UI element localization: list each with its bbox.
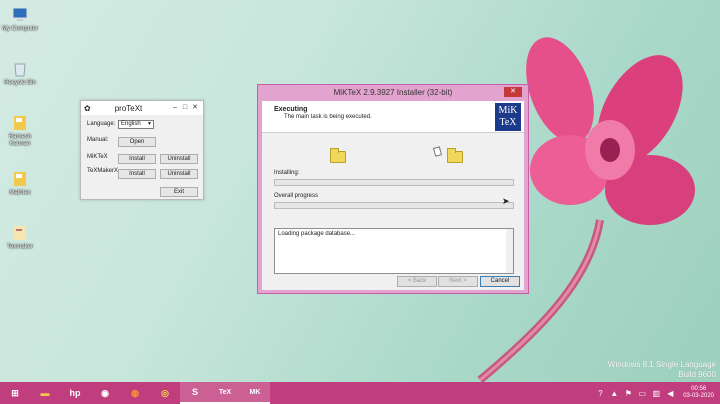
taskbar-camera[interactable]: ◉	[90, 382, 120, 404]
desktop-icon-label: My Computer	[1, 26, 38, 32]
installing-progress-bar	[274, 179, 514, 186]
taskbar-file-explorer[interactable]: ▬	[30, 382, 60, 404]
clock-time: 00:56	[691, 386, 707, 392]
destination-folder-icon	[447, 148, 463, 163]
maximize-icon[interactable]: □	[180, 103, 190, 113]
chevron-down-icon: ▼	[147, 121, 152, 127]
manual-label: Manual:	[87, 137, 109, 143]
app-icon: S	[191, 387, 198, 397]
protext-window: ✿ proTeXt – □ ✕ Language: English ▼ Manu…	[80, 100, 204, 200]
miktex-titlebar[interactable]: MiKTeX 2.9.3927 Installer (32-bit) ✕	[258, 85, 528, 100]
texmaker-uninstall-button[interactable]: Uninstall	[160, 169, 198, 179]
language-label: Language:	[87, 121, 116, 127]
desktop-icon-label: Texmaker	[6, 244, 33, 250]
camera-icon: ◉	[101, 387, 109, 398]
clock-date: 03-03-2020	[683, 393, 714, 399]
firefox-icon: ◍	[131, 387, 139, 398]
taskbar-app[interactable]: S	[180, 382, 210, 404]
file-explorer-icon: ▬	[40, 388, 50, 398]
taskbar-chrome[interactable]: ◎	[150, 382, 180, 404]
logo-line-2: TeX	[499, 117, 517, 128]
miktex-taskbar-icon: MK	[249, 388, 261, 396]
miktex-installer-window: MiKTeX 2.9.3927 Installer (32-bit) ✕ Exe…	[257, 84, 529, 294]
start-button[interactable]: ⊞	[0, 382, 30, 404]
log-textarea[interactable]: Loading package database...	[274, 228, 514, 274]
desktop-icon-label: Ramesh Kannan	[8, 134, 32, 147]
overall-progress-bar	[274, 202, 514, 209]
miktex-client-area: Executing The main task is being execute…	[262, 101, 524, 290]
mouse-cursor-icon: ➤	[502, 196, 510, 206]
protext-title: proTeXt	[114, 103, 143, 113]
wizard-step-subtitle: The main task is being executed.	[284, 114, 372, 120]
taskbar-hp[interactable]: hp	[60, 382, 90, 404]
overall-progress-label: Overall progress	[274, 193, 319, 199]
minimize-icon[interactable]: –	[170, 103, 180, 113]
tex-icon: TeX	[218, 388, 232, 396]
next-button[interactable]: Next >	[438, 276, 478, 287]
volume-icon[interactable]: ◀	[663, 389, 677, 398]
desktop-icon-ramesh-kannan[interactable]: Ramesh Kannan	[0, 114, 40, 148]
desktop-icon-recycle-bin[interactable]: Recycle Bin	[0, 60, 40, 87]
miktex-label: MiKTeX	[87, 154, 108, 160]
clock[interactable]: 00:56 03-03-2020	[677, 386, 720, 400]
desktop-icon-label: Recycle Bin	[4, 80, 36, 86]
desktop-icon-texmaker[interactable]: Texmaker	[0, 224, 40, 251]
chevron-up-icon[interactable]: ▲	[607, 389, 621, 398]
log-scrollbar[interactable]	[506, 229, 513, 273]
shortcut-icon	[14, 226, 26, 240]
close-icon[interactable]: ✕	[190, 103, 200, 113]
windows-watermark: Windows 8.1 Single Language Build 9600	[608, 360, 716, 380]
source-folder-icon	[330, 148, 346, 163]
folder-icon	[14, 116, 26, 130]
protext-app-icon: ✿	[84, 103, 91, 113]
language-value: English	[121, 121, 141, 127]
language-select[interactable]: English ▼	[118, 120, 154, 129]
recycle-bin-icon	[14, 63, 26, 77]
hp-icon: hp	[69, 388, 81, 398]
folder-icon	[14, 172, 26, 186]
logo-line-1: MiK	[498, 105, 518, 116]
log-text: Loading package database...	[278, 231, 356, 237]
desktop-icon-label: Mathtex	[9, 190, 31, 196]
system-tray: ? ▲ ⚑ ▭ ▥ ◀ 00:56 03-03-2020	[593, 382, 720, 404]
battery-icon[interactable]: ▭	[635, 389, 649, 398]
taskbar-firefox[interactable]: ◍	[120, 382, 150, 404]
flag-icon[interactable]: ⚑	[621, 389, 635, 398]
cancel-button[interactable]: Cancel	[480, 276, 520, 287]
close-button[interactable]: ✕	[504, 87, 522, 97]
installing-label: Installing:	[274, 170, 300, 176]
watermark-edition: Windows 8.1 Single Language	[607, 360, 716, 369]
exit-button[interactable]: Exit	[160, 187, 198, 197]
back-button[interactable]: < Back	[397, 276, 437, 287]
network-icon[interactable]: ▥	[649, 389, 663, 398]
start-icon: ⊞	[11, 387, 19, 398]
texmaker-install-button[interactable]: Install	[118, 169, 156, 179]
texmaker-label: TeXMakerX	[87, 168, 119, 174]
desktop-icon-my-computer[interactable]: My Computer	[0, 6, 40, 33]
miktex-title: MiKTeX 2.9.3927 Installer (32-bit)	[333, 88, 453, 97]
watermark-build: Build 9600	[678, 370, 716, 379]
miktex-uninstall-button[interactable]: Uninstall	[160, 154, 198, 164]
taskbar-miktex[interactable]: MK	[240, 382, 270, 404]
help-icon[interactable]: ?	[593, 389, 607, 398]
taskbar: ⊞ ▬ hp ◉ ◍ ◎ S TeX MK ? ▲ ⚑ ▭ ▥ ◀ 00:56 …	[0, 382, 720, 404]
miktex-logo: MiK TeX	[495, 103, 521, 131]
taskbar-tex[interactable]: TeX	[210, 382, 240, 404]
open-manual-button[interactable]: Open	[118, 137, 156, 147]
computer-icon	[12, 7, 28, 21]
file-copy-icon	[432, 146, 443, 157]
desktop-icon-mathtex[interactable]: Mathtex	[0, 170, 40, 197]
protext-titlebar[interactable]: ✿ proTeXt – □ ✕	[81, 101, 203, 115]
miktex-install-button[interactable]: Install	[118, 154, 156, 164]
wizard-step-title: Executing	[274, 106, 308, 113]
wizard-header: Executing The main task is being execute…	[262, 101, 524, 133]
chrome-icon: ◎	[161, 387, 169, 398]
